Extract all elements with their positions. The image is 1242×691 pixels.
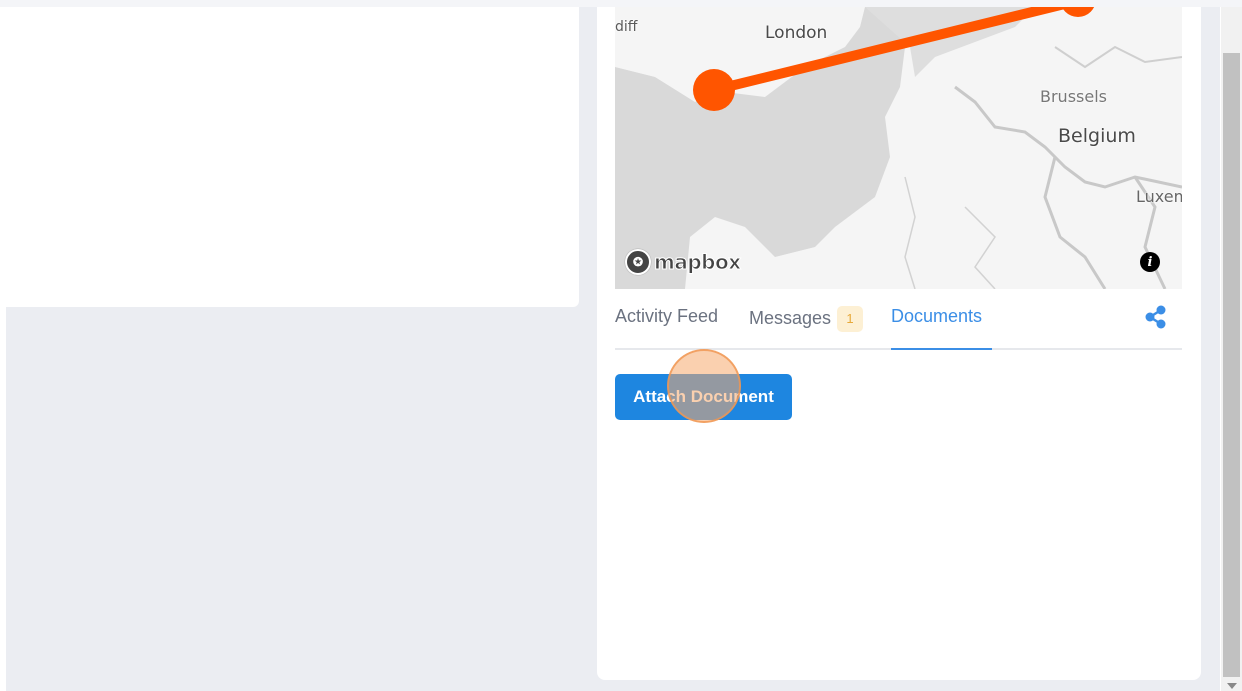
map-label-brussels: Brussels	[1040, 87, 1107, 106]
messages-count-badge: 1	[837, 306, 864, 332]
info-icon[interactable]: i	[1140, 252, 1160, 272]
map-canvas	[615, 7, 1182, 289]
map-label-belgium: Belgium	[1058, 125, 1136, 147]
tab-documents-label: Documents	[891, 306, 983, 326]
mapbox-logo-text: mapbox	[654, 250, 742, 275]
route-map[interactable]: diff London Brussels Belgium Luxem ✪ map…	[615, 7, 1182, 289]
share-icon[interactable]	[1143, 304, 1169, 330]
top-strip	[0, 0, 1242, 7]
scroll-down-arrow-icon[interactable]	[1227, 683, 1237, 689]
page-scrollbar[interactable]	[1221, 7, 1242, 691]
app-window: diff London Brussels Belgium Luxem ✪ map…	[0, 0, 1242, 691]
map-label-luxembourg: Luxem	[1136, 187, 1182, 206]
route-origin-marker[interactable]	[693, 69, 735, 111]
mapbox-attribution[interactable]: ✪ mapbox	[625, 249, 742, 275]
left-panel-card	[6, 7, 579, 307]
tab-activity-feed-label: Activity Feed	[615, 306, 719, 326]
mapbox-logo-icon: ✪	[625, 249, 651, 275]
tab-activity-feed[interactable]: Activity Feed	[615, 306, 718, 348]
tab-documents[interactable]: Documents	[891, 306, 992, 350]
tab-messages[interactable]: Messages 1	[749, 306, 864, 348]
map-label-cardiff: diff	[615, 19, 638, 35]
attach-document-button[interactable]: Attach Document	[615, 374, 792, 420]
tab-messages-label: Messages	[749, 307, 832, 328]
scrollbar-thumb[interactable]	[1223, 53, 1240, 677]
panel-tabs: Activity Feed Messages 1 Documents	[615, 300, 1182, 350]
map-label-london: London	[765, 23, 828, 43]
